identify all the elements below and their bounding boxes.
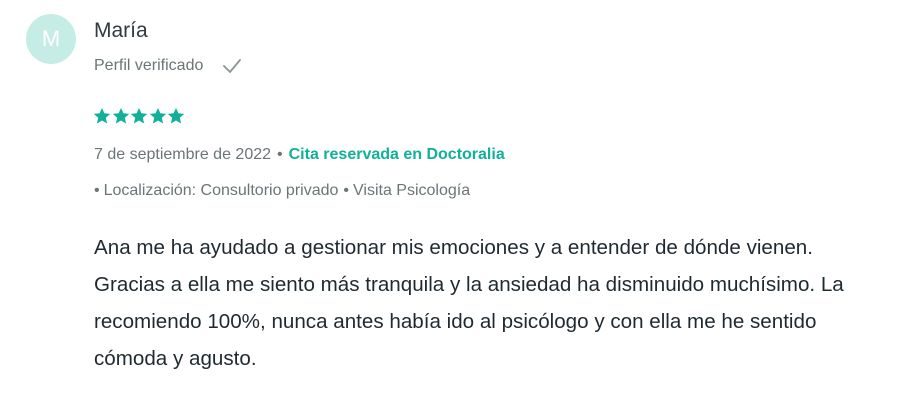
star-icon — [112, 107, 130, 125]
visit-type: Visita Psicología — [353, 182, 471, 199]
star-rating — [93, 105, 186, 127]
location-bullet: • — [94, 182, 100, 199]
author-name: María — [94, 19, 148, 42]
avatar: M — [26, 14, 76, 64]
review-meta: 7 de septiembre de 2022 • Cita reservada… — [94, 144, 505, 166]
visit-bullet: • — [343, 182, 350, 199]
star-icon — [149, 107, 167, 125]
review-text: Ana me ha ayudado a gestionar mis emocio… — [94, 236, 844, 370]
review-date: 7 de septiembre de 2022 — [94, 146, 272, 163]
avatar-initial: M — [41, 26, 61, 51]
star-icon — [167, 107, 185, 125]
verified-status: Perfil verificado — [94, 55, 243, 77]
check-icon — [221, 56, 243, 76]
star-icon — [93, 107, 111, 125]
visit-details: • Localización: Consultorio privado • Vi… — [94, 180, 470, 202]
location-text: Localización: Consultorio privado — [103, 182, 339, 199]
star-icon — [130, 107, 148, 125]
review-card: M María Perfil verificado 7 de septiembr… — [0, 0, 924, 402]
verified-label: Perfil verificado — [94, 57, 204, 74]
booking-badge[interactable]: Cita reservada en Doctoralia — [289, 145, 505, 165]
meta-separator: • — [277, 146, 283, 163]
